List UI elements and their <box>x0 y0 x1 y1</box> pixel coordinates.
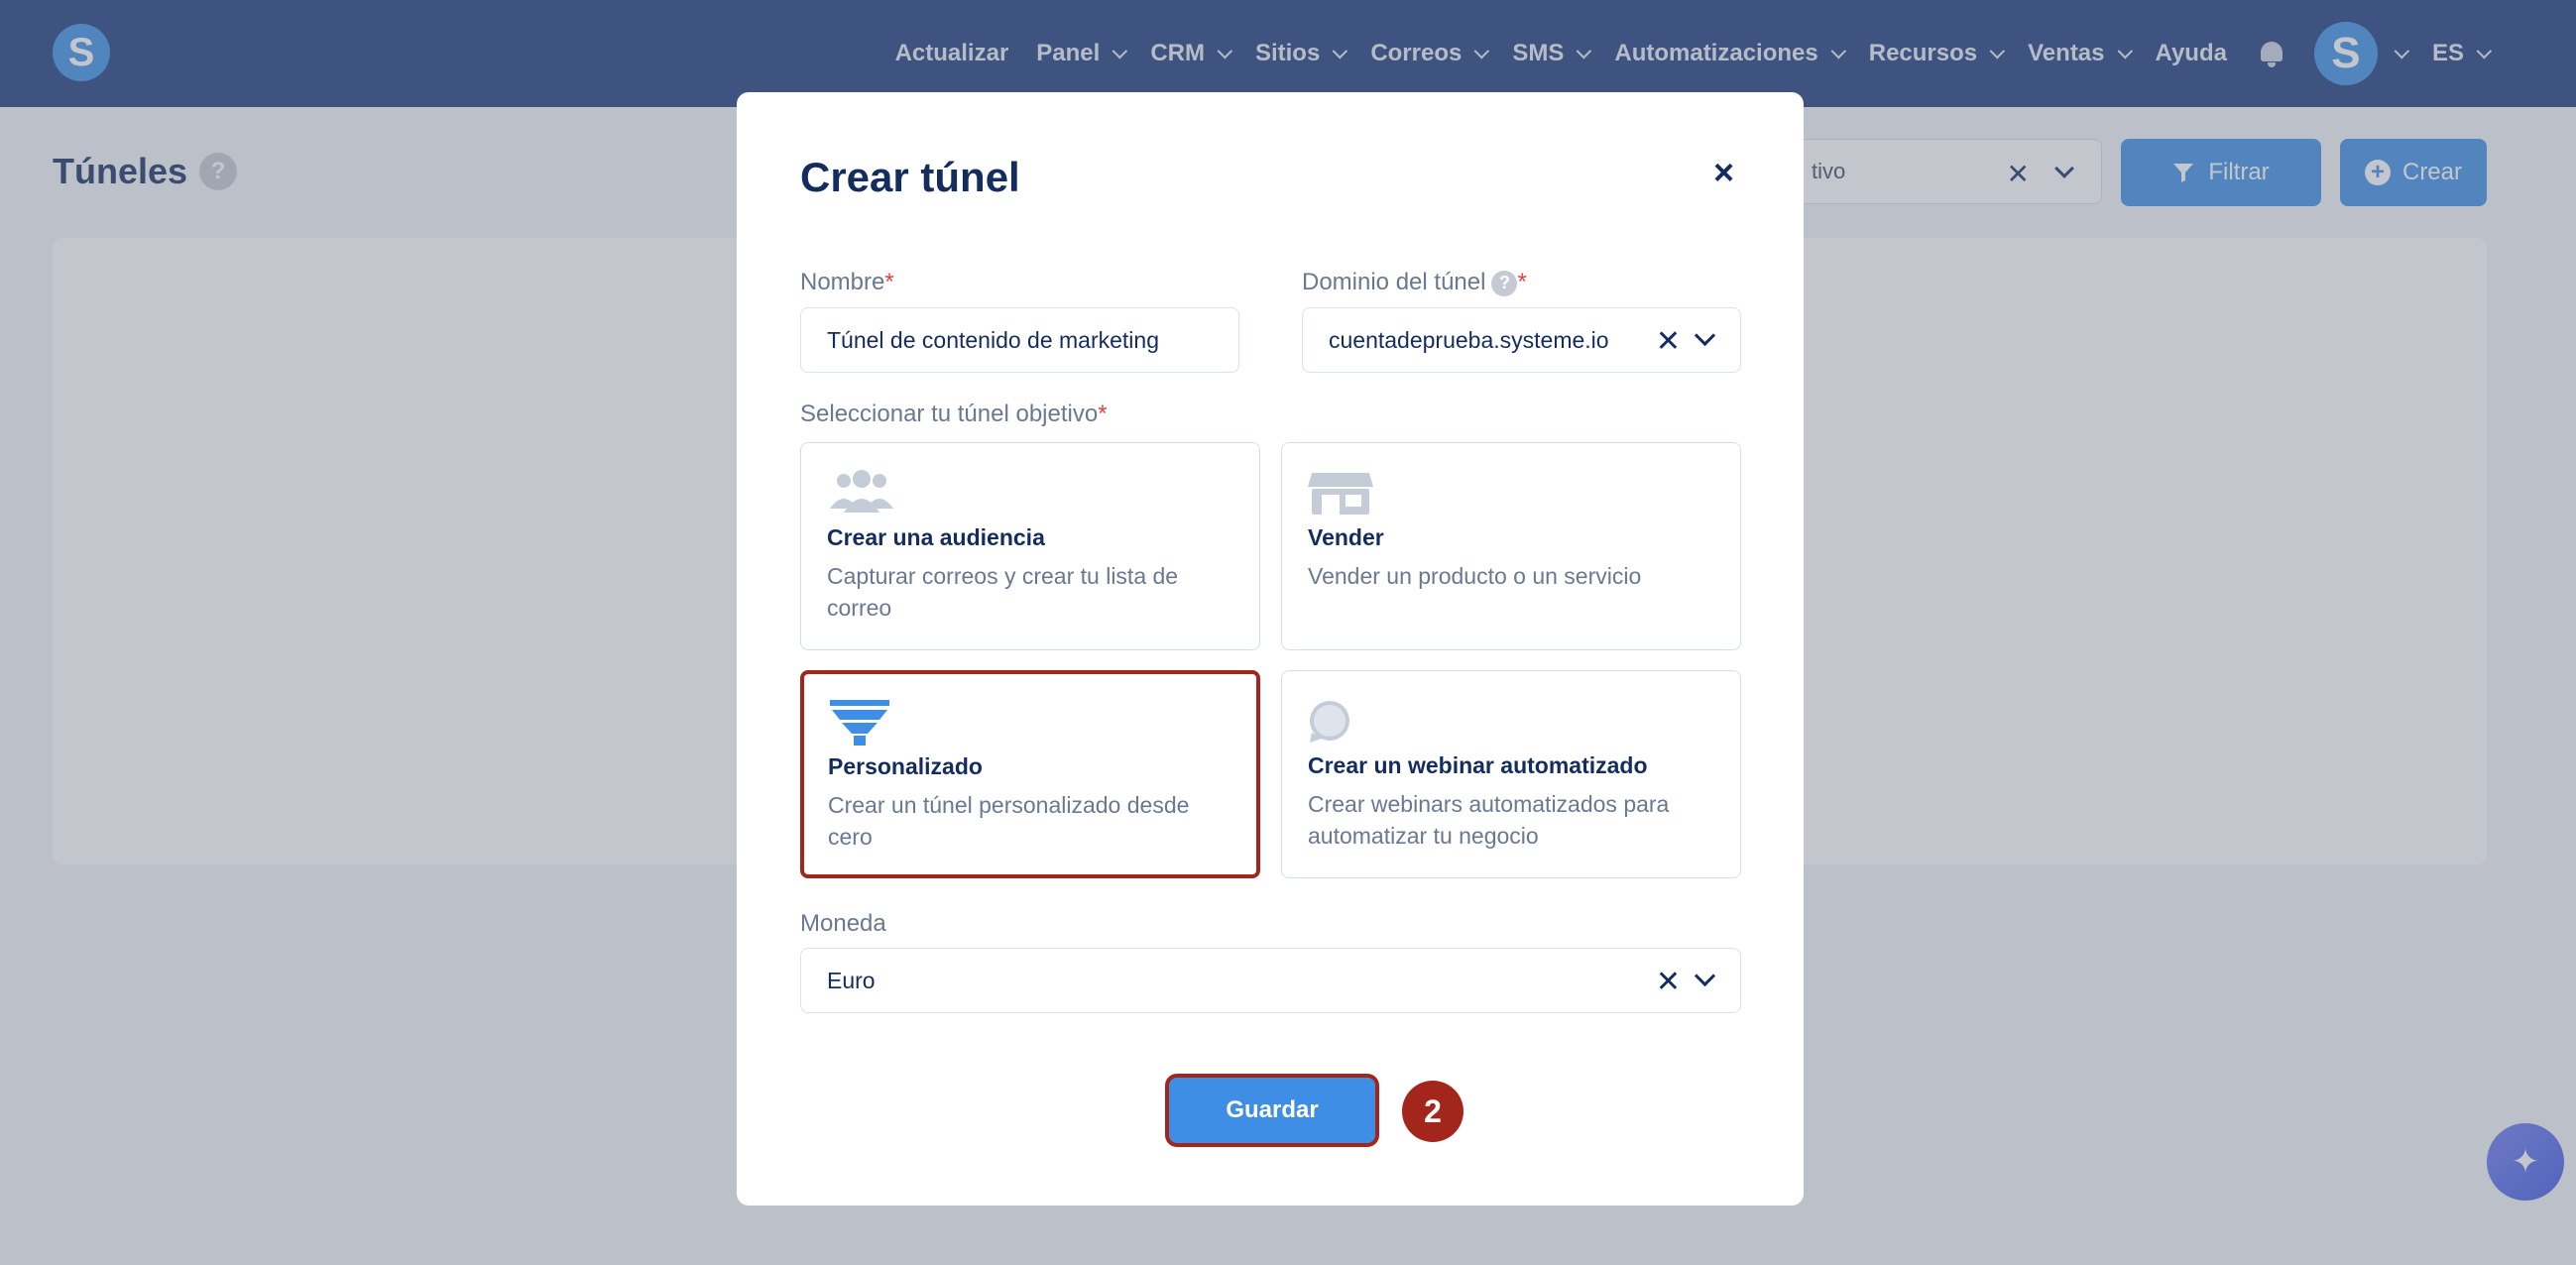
goal-card-custom[interactable]: Personalizado Crear un túnel personaliza… <box>800 670 1260 878</box>
required-mark: * <box>1517 269 1527 295</box>
currency-label: Moneda <box>800 910 886 937</box>
goal-card-title: Crear una audiencia <box>827 524 1045 550</box>
create-funnel-modal: Crear túnel × Nombre* Túnel de contenido… <box>737 92 1804 1206</box>
name-label: Nombre* <box>800 269 894 296</box>
goal-card-description: Capturar correos y crear tu lista de cor… <box>827 563 1179 621</box>
chevron-down-icon[interactable] <box>1694 965 1716 987</box>
goal-card-title: Personalizado <box>828 753 983 779</box>
currency-select[interactable]: Euro ✕ <box>800 948 1741 1013</box>
goal-card-description: Crear webinars automatizados para automa… <box>1308 791 1670 849</box>
goal-label: Seleccionar tu túnel objetivo* <box>800 401 1108 428</box>
step-badge: 2 <box>1402 1081 1464 1142</box>
domain-select[interactable]: cuentadeprueba.systeme.io ✕ <box>1302 307 1741 373</box>
domain-select-value: cuentadeprueba.systeme.io <box>1329 326 1609 353</box>
required-mark: * <box>884 269 894 295</box>
domain-label-text: Dominio del túnel <box>1302 269 1486 295</box>
clear-icon[interactable]: ✕ <box>1656 965 1681 999</box>
funnel-icon <box>830 700 889 746</box>
save-button[interactable]: Guardar <box>1165 1074 1379 1147</box>
goal-label-text: Seleccionar tu túnel objetivo <box>800 401 1099 427</box>
store-icon <box>1308 473 1373 515</box>
help-icon[interactable]: ? <box>1491 270 1518 296</box>
goal-card-description: Crear un túnel personalizado desde cero <box>828 792 1190 850</box>
domain-label: Dominio del túnel? * <box>1302 269 1527 296</box>
name-input-value: Túnel de contenido de marketing <box>827 326 1159 353</box>
chevron-down-icon[interactable] <box>1694 324 1716 347</box>
goal-card-webinar[interactable]: Crear un webinar automatizado Crear webi… <box>1281 670 1741 878</box>
currency-select-value: Euro <box>827 967 876 993</box>
webinar-icon <box>1310 701 1349 743</box>
audience-icon <box>830 470 893 513</box>
required-mark: * <box>1098 401 1108 427</box>
goal-card-audience[interactable]: Crear una audiencia Capturar correos y c… <box>800 442 1260 650</box>
goal-card-sell[interactable]: Vender Vender un producto o un servicio <box>1281 442 1741 650</box>
name-label-text: Nombre <box>800 269 885 295</box>
clear-icon[interactable]: ✕ <box>1656 324 1681 359</box>
goal-card-title: Crear un webinar automatizado <box>1308 752 1648 778</box>
modal-title: Crear túnel <box>800 154 1020 200</box>
close-icon[interactable]: × <box>1713 152 1734 193</box>
goal-card-title: Vender <box>1308 524 1384 550</box>
name-input[interactable]: Túnel de contenido de marketing <box>800 307 1239 373</box>
goal-card-description: Vender un producto o un servicio <box>1308 563 1642 589</box>
